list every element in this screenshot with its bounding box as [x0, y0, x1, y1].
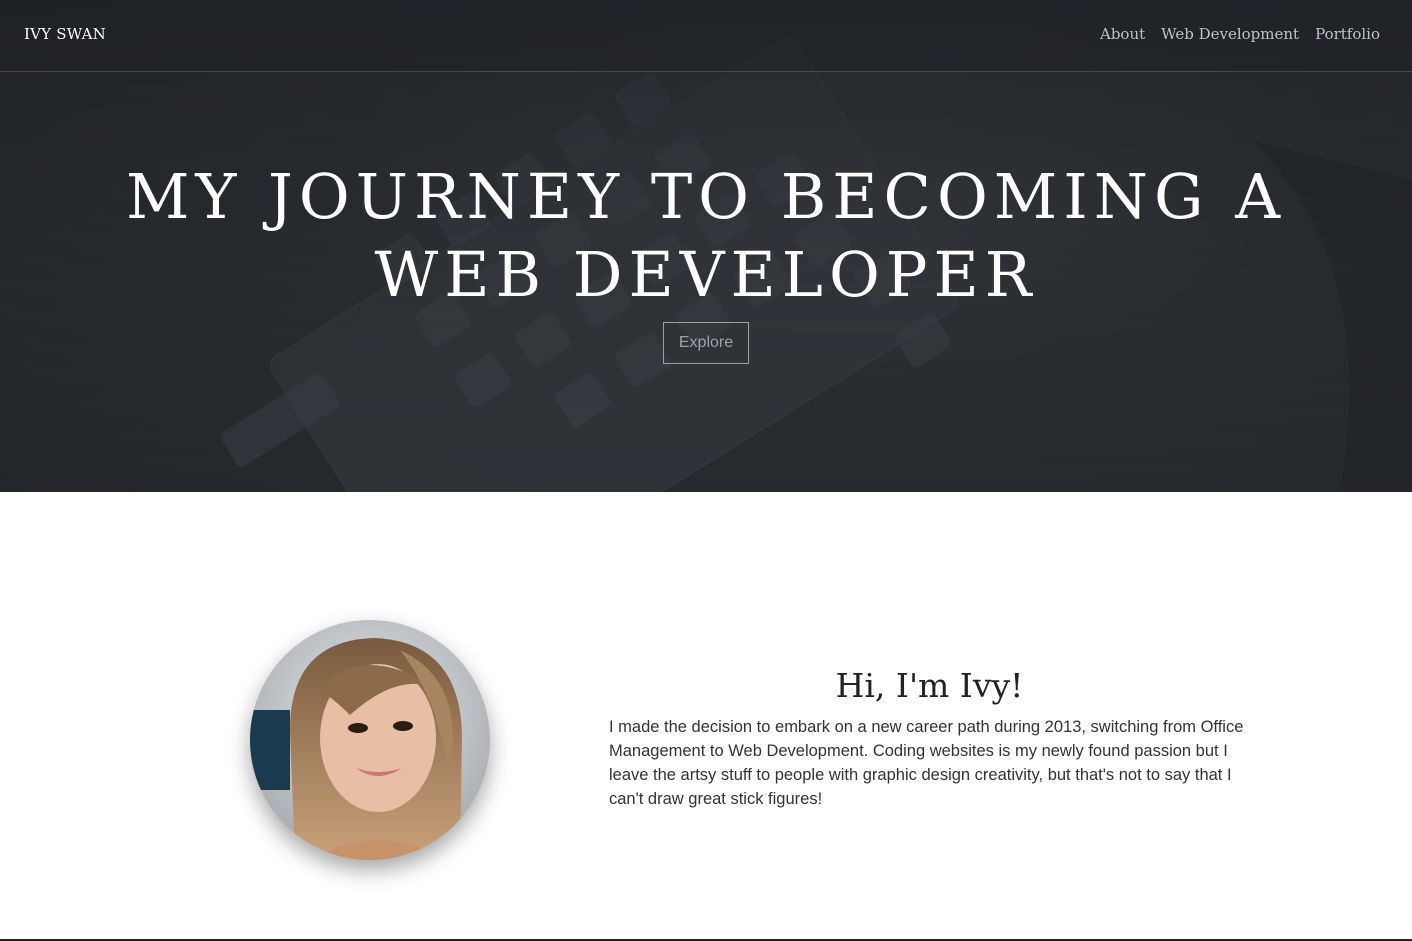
- top-navbar: IVY SWAN About Web Development Portfolio: [0, 0, 1412, 72]
- nav-links: About Web Development Portfolio: [1100, 25, 1380, 43]
- nav-link-web-development[interactable]: Web Development: [1161, 25, 1299, 43]
- explore-button[interactable]: Explore: [663, 322, 749, 364]
- nav-link-portfolio[interactable]: Portfolio: [1315, 25, 1380, 43]
- avatar: [250, 620, 490, 860]
- nav-link-about[interactable]: About: [1100, 25, 1145, 43]
- hero-section: IVY SWAN About Web Development Portfolio…: [0, 0, 1412, 492]
- brand-logo-link[interactable]: IVY SWAN: [24, 25, 106, 43]
- about-heading: Hi, I'm Ivy!: [835, 666, 1024, 705]
- profile-photo: [250, 620, 490, 860]
- hero-title: MY JOURNEY TO BECOMING A WEB DEVELOPER: [125, 160, 1287, 311]
- about-paragraph: I made the decision to embark on a new c…: [609, 718, 1244, 808]
